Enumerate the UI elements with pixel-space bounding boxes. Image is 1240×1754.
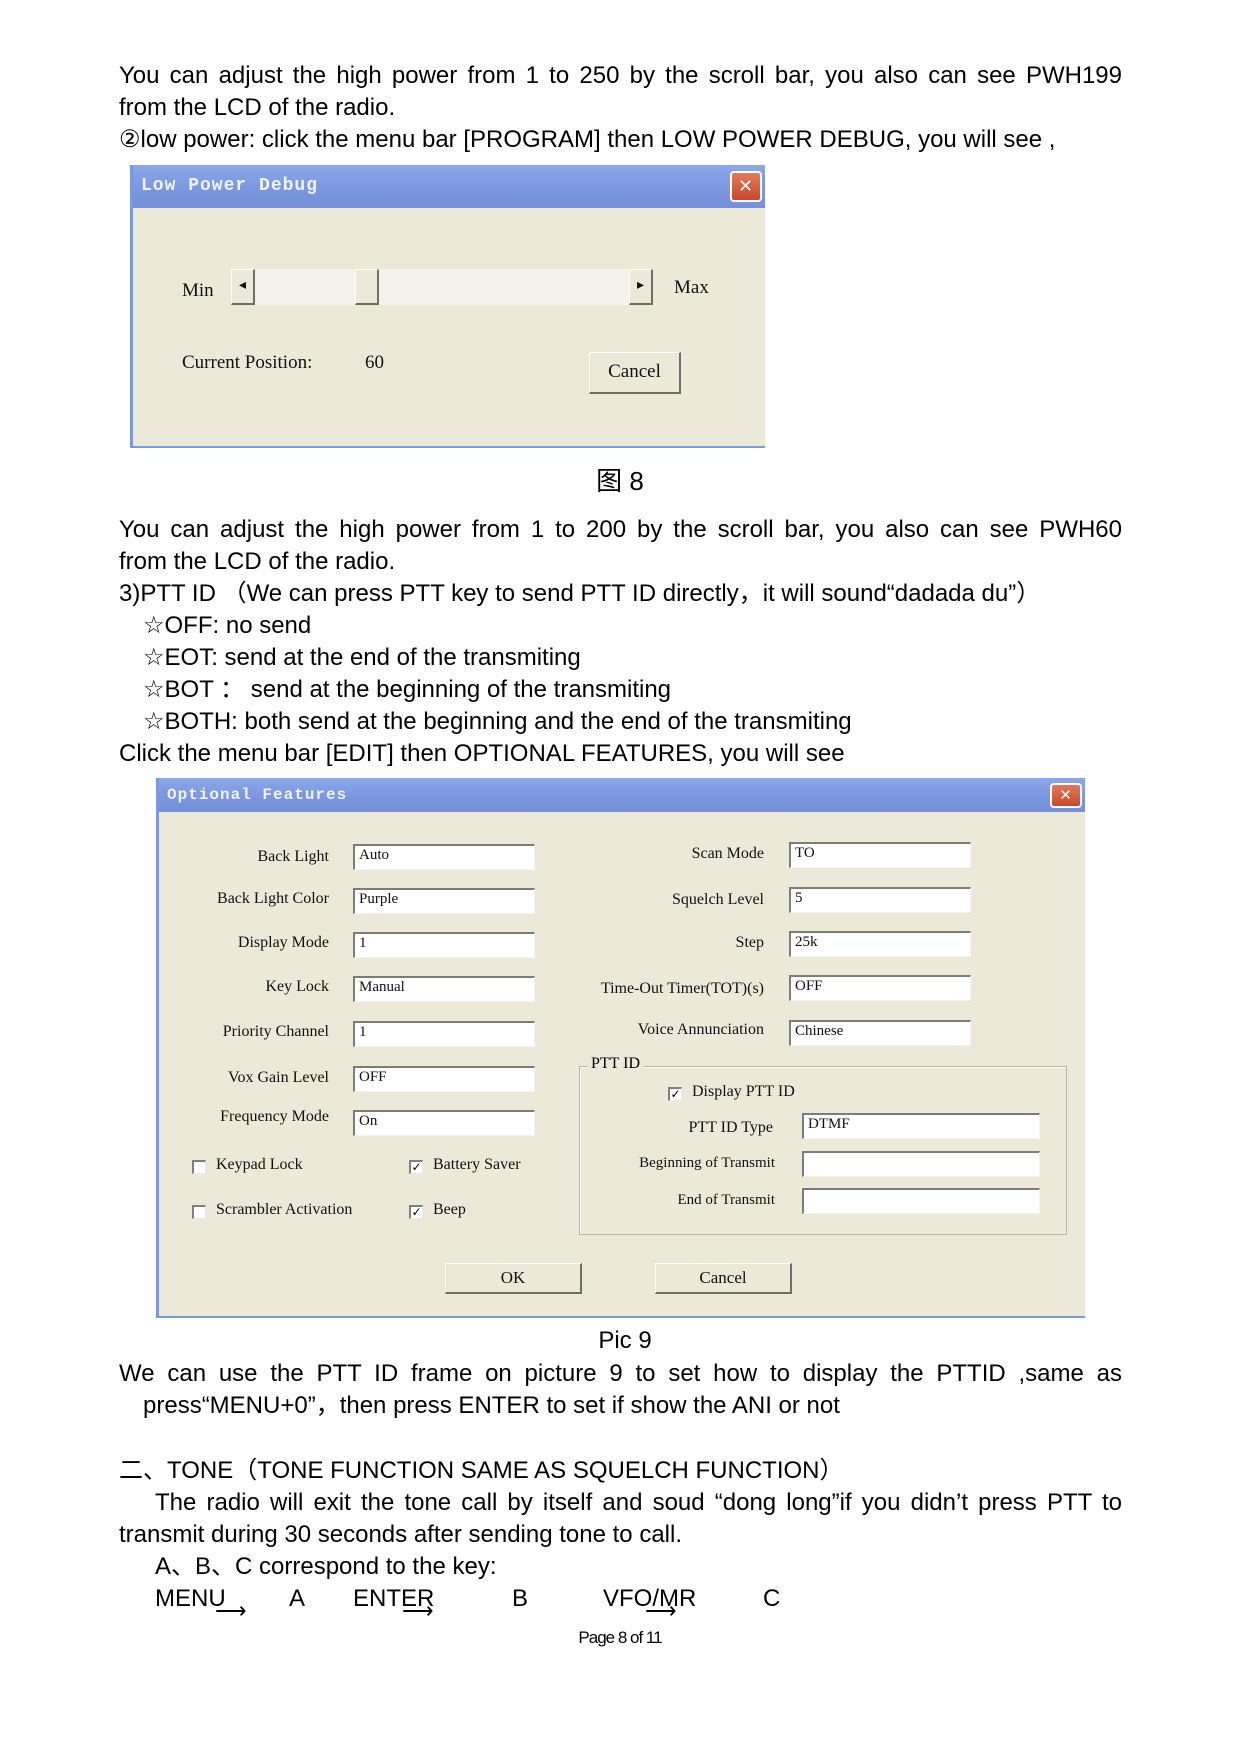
paragraph-tone: The radio will exit the tone call by its…	[155, 1489, 1122, 1516]
frequency-mode-field[interactable]: On	[353, 1110, 535, 1136]
dialog-title: Optional Features	[167, 786, 348, 804]
battery-saver-checkbox[interactable]: ✓	[409, 1160, 423, 1174]
keypad-lock-label: Keypad Lock	[216, 1156, 303, 1173]
step-label: Step	[735, 934, 764, 951]
low-power-debug-dialog: Low Power Debug ✕ Min ◂ ▸ Max Current Po…	[130, 165, 765, 448]
ok-button[interactable]: OK	[445, 1263, 582, 1294]
ptt-id-group-title: PTT ID	[588, 1055, 644, 1073]
scroll-left-button[interactable]: ◂	[231, 269, 255, 305]
scan-mode-field[interactable]: TO	[789, 842, 971, 868]
cancel-button[interactable]: Cancel	[655, 1263, 792, 1294]
arrow-right-icon: ▸	[636, 278, 645, 293]
back-light-label: Back Light	[257, 848, 329, 865]
ptt-option-bot: ☆BOT ： send at the beginning of the tran…	[143, 676, 672, 703]
key-letter-c: C	[763, 1585, 781, 1612]
ptt-option-both: ☆BOTH: both send at the beginning and th…	[143, 708, 852, 735]
tone-heading: 二、TONE（TONE FUNCTION SAME AS SQUELCH FUN…	[119, 1457, 844, 1484]
page-number: Page 8 of 11	[578, 1628, 662, 1647]
ptt-id-type-field[interactable]: DTMF	[802, 1113, 1040, 1139]
priority-channel-field[interactable]: 1	[353, 1021, 535, 1047]
cancel-button[interactable]: Cancel	[589, 352, 681, 394]
key-lock-label: Key Lock	[265, 978, 329, 995]
keypad-lock-checkbox[interactable]	[192, 1160, 206, 1174]
beginning-of-transmit-field[interactable]	[802, 1151, 1040, 1177]
dialog-title: Low Power Debug	[141, 176, 319, 196]
arrow-right-icon: ⟶	[645, 1598, 677, 1623]
scan-mode-label: Scan Mode	[691, 845, 764, 862]
figure-9-caption: Pic 9	[598, 1327, 652, 1354]
squelch-level-label: Squelch Level	[672, 891, 764, 908]
back-light-field[interactable]: Auto	[353, 844, 535, 870]
ptt-id-group: PTT ID ✓ Display PTT ID PTT ID Type DTMF…	[579, 1055, 1067, 1235]
step-field[interactable]: 25k	[789, 931, 971, 957]
ptt-id-type-label: PTT ID Type	[688, 1119, 773, 1136]
key-letter-a: A	[289, 1585, 306, 1612]
scrambler-activation-label: Scrambler Activation	[216, 1201, 353, 1218]
current-position-label: Current Position:	[182, 352, 313, 373]
beep-checkbox[interactable]: ✓	[409, 1205, 423, 1219]
paragraph-tone-cont: transmit during 30 seconds after sending…	[119, 1521, 682, 1548]
min-label: Min	[182, 280, 214, 301]
end-of-transmit-label: End of Transmit	[677, 1192, 775, 1208]
ptt-option-eot: ☆EOT: send at the end of the transmiting	[143, 644, 581, 671]
key-letter-b: B	[512, 1585, 529, 1612]
close-icon[interactable]: ✕	[730, 171, 762, 202]
close-icon[interactable]: ✕	[1050, 783, 1082, 808]
beginning-of-transmit-label: Beginning of Transmit	[639, 1155, 775, 1171]
squelch-level-field[interactable]: 5	[789, 887, 971, 913]
end-of-transmit-field[interactable]	[802, 1188, 1040, 1214]
display-ptt-id-checkbox[interactable]: ✓	[668, 1087, 682, 1101]
beep-label: Beep	[433, 1201, 466, 1218]
dialog-titlebar: Optional Features ✕	[159, 778, 1085, 812]
voice-annunciation-label: Voice Annunciation	[637, 1021, 764, 1038]
scrambler-activation-checkbox[interactable]	[192, 1205, 206, 1219]
scroll-right-button[interactable]: ▸	[629, 269, 653, 305]
paragraph-ptt-frame: We can use the PTT ID frame on picture 9…	[119, 1360, 1122, 1387]
display-mode-field[interactable]: 1	[353, 932, 535, 958]
tot-field[interactable]: OFF	[789, 975, 971, 1001]
optional-features-dialog: Optional Features ✕ Back Light Auto Back…	[156, 778, 1085, 1318]
max-label: Max	[674, 277, 709, 298]
ptt-id-heading: 3)PTT ID （We can press PTT key to send P…	[119, 580, 1041, 607]
arrow-right-icon: ⟶	[215, 1598, 247, 1623]
back-light-color-label: Back Light Color	[217, 890, 329, 907]
figure-8-caption: 图 8	[596, 466, 644, 496]
vox-gain-level-label: Vox Gain Level	[227, 1069, 329, 1086]
tot-label: Time-Out Timer(TOT)(s)	[600, 980, 764, 997]
paragraph-high-power-cont: from the LCD of the radio.	[119, 94, 396, 121]
power-scrollbar[interactable]: ◂ ▸	[231, 269, 653, 305]
battery-saver-label: Battery Saver	[433, 1156, 521, 1173]
paragraph-high-power: You can adjust the high power from 1 to …	[119, 62, 1122, 89]
voice-annunciation-field[interactable]: Chinese	[789, 1020, 971, 1046]
frequency-mode-label: Frequency Mode	[220, 1108, 329, 1125]
paragraph-edit-menu: Click the menu bar [EDIT] then OPTIONAL …	[119, 740, 845, 767]
ptt-option-off: ☆OFF: no send	[143, 612, 312, 639]
display-ptt-id-label: Display PTT ID	[692, 1083, 795, 1100]
paragraph-low-power-range-cont: from the LCD of the radio.	[119, 548, 396, 575]
vox-gain-level-field[interactable]: OFF	[353, 1066, 535, 1092]
paragraph-low-power: ②low power: click the menu bar [PROGRAM]…	[119, 126, 1056, 153]
back-light-color-field[interactable]: Purple	[353, 888, 535, 914]
paragraph-ptt-frame-cont: press“MENU+0”，then press ENTER to set if…	[143, 1392, 840, 1419]
display-mode-label: Display Mode	[237, 934, 329, 951]
current-position-value: 60	[365, 352, 384, 373]
key-lock-field[interactable]: Manual	[353, 976, 535, 1002]
paragraph-low-power-range: You can adjust the high power from 1 to …	[119, 516, 1122, 543]
dialog-titlebar: Low Power Debug ✕	[133, 165, 765, 208]
arrow-right-icon: ⟶	[402, 1598, 434, 1623]
scroll-thumb[interactable]	[355, 269, 379, 305]
abc-heading: A、B、C correspond to the key:	[155, 1553, 497, 1580]
priority-channel-label: Priority Channel	[222, 1023, 329, 1040]
arrow-left-icon: ◂	[238, 278, 247, 293]
